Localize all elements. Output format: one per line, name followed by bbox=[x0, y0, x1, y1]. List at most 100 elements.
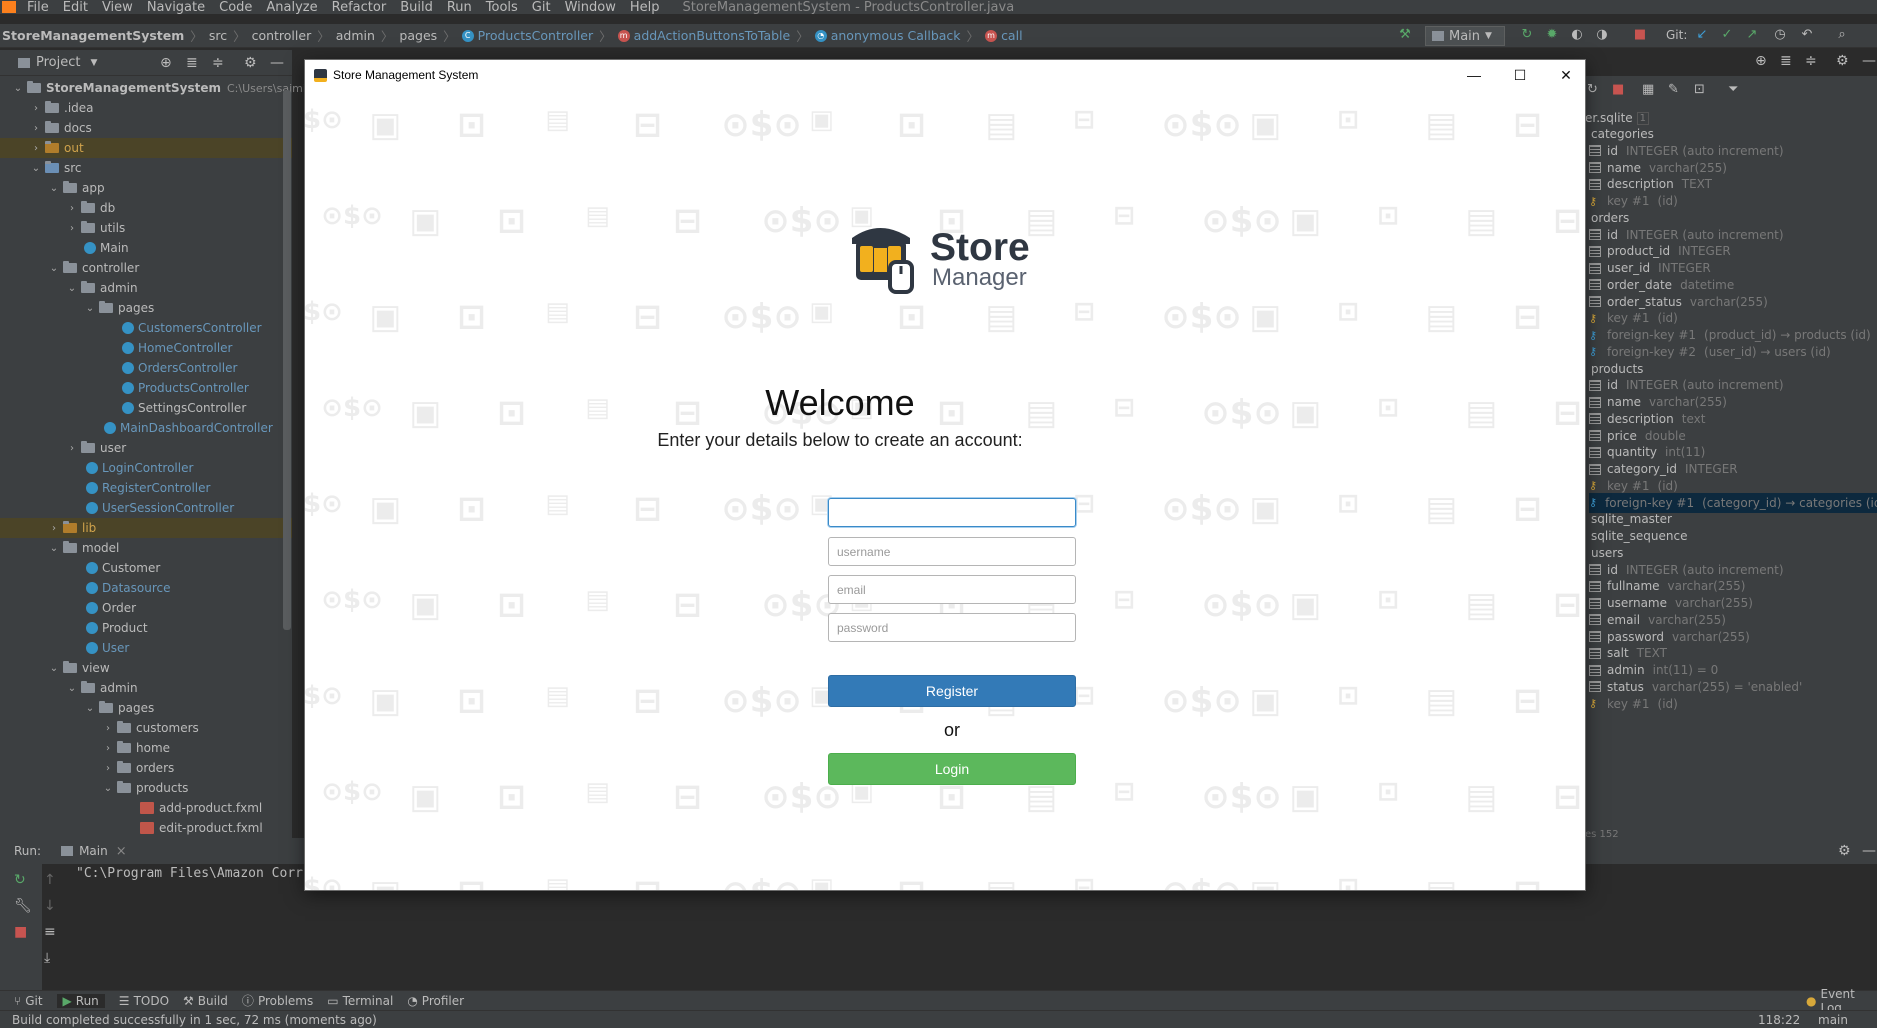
tree-item[interactable]: UserSessionController bbox=[84, 498, 234, 518]
close-button[interactable]: ✕ bbox=[1543, 60, 1589, 90]
tree-item[interactable]: › .idea bbox=[30, 98, 94, 118]
db-table-icon[interactable]: ▦ bbox=[1642, 82, 1654, 97]
minimize-button[interactable]: — bbox=[1451, 60, 1497, 90]
tab-build[interactable]: ⚒ Build bbox=[183, 994, 228, 1008]
crumb-src[interactable]: src bbox=[209, 28, 227, 43]
minimize-icon[interactable]: — bbox=[270, 55, 284, 71]
locate-icon[interactable]: ⊕ bbox=[160, 55, 172, 71]
tree-item[interactable]: ⌄ src bbox=[30, 158, 82, 178]
soft-wrap-icon[interactable]: ≡ bbox=[44, 924, 56, 940]
db-key-node[interactable]: ⚷ key #1 (id) bbox=[1589, 191, 1877, 211]
crumb-callback[interactable]: anonymous Callback bbox=[831, 28, 961, 43]
run-tab[interactable]: Main bbox=[79, 844, 108, 858]
tree-item[interactable]: › docs bbox=[30, 118, 92, 138]
crumb-method[interactable]: addActionButtonsToTable bbox=[634, 28, 791, 43]
menu-tools[interactable]: Tools bbox=[479, 0, 525, 15]
db-key-node[interactable]: ⚷ key #1 (id) bbox=[1589, 694, 1877, 714]
db-minimize-icon[interactable]: — bbox=[1862, 53, 1876, 69]
menu-git[interactable]: Git bbox=[525, 0, 558, 15]
tab-problems[interactable]: ⓘ Problems bbox=[242, 992, 313, 1009]
fullname-field[interactable] bbox=[828, 498, 1076, 527]
tab-terminal[interactable]: ▭ Terminal bbox=[327, 994, 393, 1008]
down-icon[interactable]: ↓ bbox=[44, 898, 56, 914]
gear-icon[interactable]: ⚙ bbox=[244, 55, 257, 71]
db-gear-icon[interactable]: ⚙ bbox=[1836, 53, 1849, 69]
tab-git[interactable]: ⑂ Git bbox=[14, 994, 43, 1008]
username-field[interactable] bbox=[828, 537, 1076, 566]
minimize-icon[interactable]: — bbox=[1862, 843, 1876, 859]
tree-item[interactable]: › out bbox=[0, 138, 292, 158]
tree-item[interactable]: MainDashboardController bbox=[102, 418, 273, 438]
password-field[interactable] bbox=[828, 613, 1076, 642]
rerun-icon[interactable]: ↻ bbox=[14, 872, 26, 888]
tree-item[interactable]: ⌄ model bbox=[48, 538, 119, 558]
git-history-icon[interactable]: ◷ bbox=[1773, 28, 1787, 42]
tree-item[interactable]: User bbox=[84, 638, 129, 658]
tree-item[interactable]: LoginController bbox=[84, 458, 193, 478]
tab-todo[interactable]: ☰ TODO bbox=[119, 994, 169, 1008]
git-commit-icon[interactable]: ✓ bbox=[1720, 28, 1734, 42]
db-filter-icon[interactable]: ⏷ bbox=[1728, 82, 1738, 97]
db-collapse-icon[interactable]: ≑ bbox=[1805, 53, 1817, 69]
tree-item[interactable]: SettingsController bbox=[120, 398, 246, 418]
tree-item[interactable]: ⌄ products bbox=[102, 778, 188, 798]
tree-item[interactable]: edit-product.fxml bbox=[138, 818, 263, 838]
up-icon[interactable]: ↑ bbox=[44, 872, 56, 888]
db-edit-icon[interactable]: ✎ bbox=[1668, 82, 1679, 97]
tree-item[interactable]: ⌄ view bbox=[48, 658, 110, 678]
tree-item[interactable]: › orders bbox=[102, 758, 174, 778]
menu-code[interactable]: Code bbox=[212, 0, 259, 15]
menu-navigate[interactable]: Navigate bbox=[140, 0, 212, 15]
tree-item[interactable]: › customers bbox=[102, 718, 199, 738]
menu-analyze[interactable]: Analyze bbox=[259, 0, 324, 15]
run-icon[interactable]: ↻ bbox=[1520, 28, 1534, 42]
git-update-icon[interactable]: ↙ bbox=[1695, 28, 1709, 42]
tree-item[interactable]: HomeController bbox=[120, 338, 232, 358]
search-everywhere-icon[interactable]: ⌕ bbox=[1835, 28, 1849, 42]
tree-root[interactable]: ⌄ StoreManagementSystem C:\Users\sajmi\O bbox=[12, 78, 318, 98]
email-field[interactable] bbox=[828, 575, 1076, 604]
profile-icon[interactable]: ◑ bbox=[1595, 28, 1609, 42]
tree-item[interactable]: ProductsController bbox=[120, 378, 249, 398]
tree-item[interactable]: Customer bbox=[84, 558, 160, 578]
crumb-pages[interactable]: pages bbox=[399, 28, 437, 43]
cursor-position[interactable]: 118:22 bbox=[1758, 1013, 1800, 1027]
wrench-icon[interactable]: 🔧︎ bbox=[14, 898, 32, 914]
menu-file[interactable]: File bbox=[20, 0, 56, 15]
coverage-icon[interactable]: ◐ bbox=[1570, 28, 1584, 42]
db-console-icon[interactable]: ⊡ bbox=[1694, 82, 1705, 97]
tree-item[interactable]: RegisterController bbox=[84, 478, 210, 498]
git-rollback-icon[interactable]: ↶ bbox=[1800, 28, 1814, 42]
register-button[interactable]: Register bbox=[828, 675, 1076, 707]
tree-item[interactable]: ⌄ admin bbox=[66, 678, 138, 698]
chevron-down-icon[interactable]: ▼ bbox=[90, 58, 97, 68]
project-view-select[interactable]: Project bbox=[36, 55, 80, 70]
tree-item[interactable]: Order bbox=[84, 598, 136, 618]
stop-icon[interactable]: ■ bbox=[1633, 28, 1647, 42]
tree-item[interactable]: › home bbox=[102, 738, 170, 758]
crumb-productscontroller[interactable]: ProductsController bbox=[478, 28, 593, 43]
crumb-call[interactable]: call bbox=[1001, 28, 1022, 43]
build-hammer-icon[interactable]: ⚒ bbox=[1398, 28, 1412, 42]
menu-view[interactable]: View bbox=[95, 0, 140, 15]
gear-icon[interactable]: ⚙ bbox=[1838, 843, 1851, 859]
tab-run[interactable]: ▶ Run bbox=[56, 993, 105, 1008]
close-icon[interactable]: × bbox=[116, 844, 127, 859]
stop-icon[interactable]: ■ bbox=[14, 924, 27, 940]
tree-item[interactable]: ⌄ admin bbox=[66, 278, 138, 298]
menu-edit[interactable]: Edit bbox=[56, 0, 95, 15]
maximize-button[interactable]: ☐ bbox=[1497, 60, 1543, 90]
tree-item[interactable]: OrdersController bbox=[120, 358, 237, 378]
menu-run[interactable]: Run bbox=[440, 0, 479, 15]
tree-item[interactable]: › db bbox=[66, 198, 115, 218]
crumb-admin[interactable]: admin bbox=[336, 28, 375, 43]
tree-item[interactable]: CustomersController bbox=[120, 318, 262, 338]
git-push-icon[interactable]: ↗ bbox=[1745, 28, 1759, 42]
tree-item[interactable]: › user bbox=[66, 438, 126, 458]
project-scrollbar[interactable] bbox=[283, 90, 291, 630]
scroll-end-icon[interactable]: ⤓ bbox=[44, 950, 50, 966]
db-stop-icon[interactable]: ■ bbox=[1612, 82, 1624, 97]
tree-item[interactable]: ⌄ app bbox=[48, 178, 105, 198]
menu-help[interactable]: Help bbox=[623, 0, 667, 15]
login-button[interactable]: Login bbox=[828, 753, 1076, 785]
